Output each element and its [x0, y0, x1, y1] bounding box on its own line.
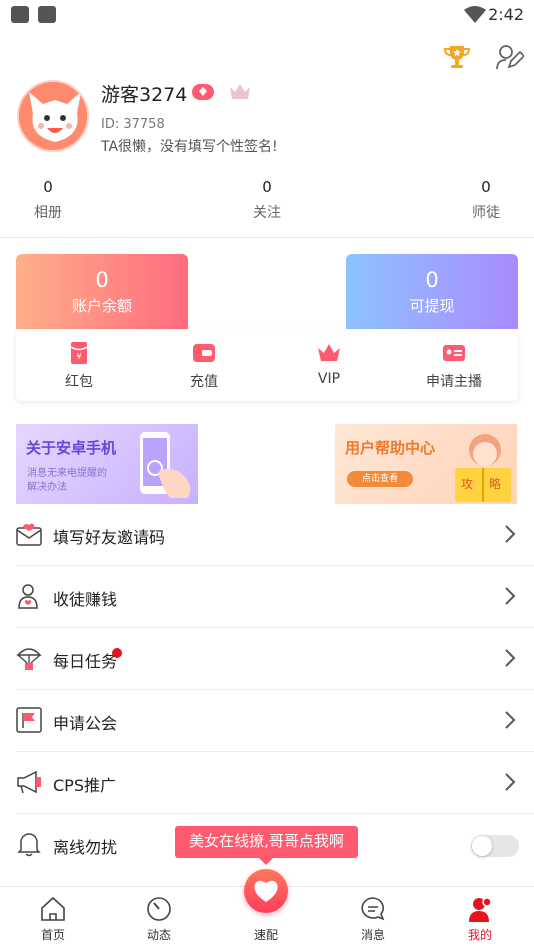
- tab-messages-label: 消息: [360, 928, 385, 942]
- notification-icon: [38, 6, 56, 23]
- apply-host-button[interactable]: 申请主播: [404, 341, 504, 391]
- android-banner-subtitle-2: 解决办法: [27, 482, 67, 493]
- help-banner-title: 用户帮助中心: [345, 439, 436, 457]
- withdraw-label: 可提现: [409, 297, 455, 315]
- compass-icon: [147, 897, 171, 921]
- home-icon: [41, 896, 65, 921]
- tab-feed-label: 动态: [146, 928, 171, 942]
- stat-album-label: 相册: [34, 205, 62, 221]
- balance-value: 0: [95, 268, 109, 292]
- divider: [0, 237, 534, 238]
- stat-apprentice-label: 师徒: [472, 205, 500, 221]
- menu-do-not-disturb-label: 离线勿扰: [53, 838, 118, 857]
- crown-icon: [318, 344, 340, 361]
- stat-following-value: 0: [262, 178, 272, 196]
- crown-badge-icon: [230, 84, 250, 99]
- stat-following-label: 关注: [253, 205, 281, 221]
- tab-feed[interactable]: 动态: [129, 895, 189, 943]
- recharge-label: 充值: [190, 374, 218, 390]
- menu-cps-promotion[interactable]: CPS推广: [16, 752, 534, 814]
- envelope-heart-icon: [16, 523, 42, 546]
- tab-home[interactable]: 首页: [23, 895, 83, 943]
- stat-following[interactable]: 0 关注: [222, 178, 312, 222]
- chat-icon: [361, 897, 385, 921]
- flag-icon: [16, 707, 42, 733]
- svg-text:¥: ¥: [76, 352, 81, 361]
- trophy-icon[interactable]: [442, 42, 472, 72]
- do-not-disturb-toggle[interactable]: [471, 835, 519, 857]
- android-banner-subtitle-1: 消息无来电提醒的: [27, 468, 107, 479]
- speed-match-button[interactable]: [244, 869, 288, 913]
- status-bar: 2:42: [0, 0, 534, 30]
- recharge-button[interactable]: 充值: [154, 341, 254, 391]
- menu-invite-code[interactable]: 填写好友邀请码: [16, 504, 534, 566]
- menu-cps-promotion-label: CPS推广: [53, 776, 116, 795]
- help-center-banner[interactable]: 用户帮助中心 点击查看 攻 略: [335, 424, 517, 504]
- menu-apply-guild[interactable]: 申请公会: [16, 690, 534, 752]
- menu-invite-code-label: 填写好友邀请码: [53, 528, 166, 547]
- wallet-icon: [193, 344, 215, 362]
- tab-speed-match-label: 速配: [253, 928, 278, 942]
- person-heart-icon: [18, 584, 38, 609]
- book-char-1: 攻: [461, 477, 474, 491]
- tab-mine[interactable]: 我的: [450, 895, 510, 943]
- stat-apprentice[interactable]: 0 师徒: [441, 178, 531, 222]
- chevron-right-icon: [505, 649, 516, 667]
- avatar[interactable]: [17, 80, 89, 152]
- red-envelope-icon: ¥: [70, 342, 88, 364]
- book-char-2: 略: [489, 477, 502, 491]
- reading-girl-icon: [455, 434, 511, 502]
- menu-daily-tasks-label: 每日任务: [53, 652, 118, 671]
- android-banner-title: 关于安卓手机: [26, 439, 117, 457]
- chevron-right-icon: [505, 711, 516, 729]
- status-time: 2:42: [488, 5, 524, 24]
- tab-home-label: 首页: [40, 928, 65, 942]
- balance-card[interactable]: 0 账户余额: [16, 254, 188, 330]
- tab-mine-label: 我的: [467, 928, 492, 942]
- wallet-actions: ¥ 红包 充值 VIP 申请主播: [16, 329, 518, 401]
- android-tips-banner[interactable]: 关于安卓手机 消息无来电提醒的 解决办法: [16, 424, 198, 504]
- user-id: ID: 37758: [101, 117, 165, 132]
- stat-album-value: 0: [43, 178, 53, 196]
- nickname: 游客3274: [101, 84, 188, 106]
- stat-apprentice-value: 0: [481, 178, 491, 196]
- apply-host-label: 申请主播: [426, 374, 482, 390]
- parachute-icon: [16, 648, 42, 670]
- vip-button[interactable]: VIP: [279, 341, 379, 387]
- bell-icon: [17, 833, 41, 857]
- tab-messages[interactable]: 消息: [343, 895, 403, 943]
- signature: TA很懒，没有填写个性签名!: [101, 139, 278, 155]
- menu-recruit-apprentice-label: 收徒赚钱: [53, 590, 118, 609]
- menu-recruit-apprentice[interactable]: 收徒赚钱: [16, 566, 534, 628]
- red-envelope-button[interactable]: ¥ 红包: [29, 341, 129, 391]
- tab-speed-match[interactable]: 速配: [236, 923, 296, 943]
- profile-icon: [469, 897, 492, 922]
- phone-icon: [140, 432, 191, 498]
- speed-match-tooltip[interactable]: 美女在线撩,哥哥点我啊: [175, 826, 358, 865]
- heart-icon: [254, 880, 278, 902]
- notification-dot: [112, 648, 122, 658]
- menu-daily-tasks[interactable]: 每日任务: [16, 628, 534, 690]
- toggle-knob: [472, 836, 492, 856]
- stat-album[interactable]: 0 相册: [3, 178, 93, 222]
- chevron-right-icon: [505, 587, 516, 605]
- vip-label: VIP: [317, 371, 341, 387]
- balance-label: 账户余额: [71, 297, 132, 315]
- menu-apply-guild-label: 申请公会: [53, 714, 118, 733]
- withdraw-card[interactable]: 0 可提现: [346, 254, 518, 330]
- megaphone-icon: [17, 770, 41, 794]
- level-badge-icon: [192, 84, 214, 100]
- chevron-right-icon: [505, 773, 516, 791]
- withdraw-value: 0: [425, 268, 439, 292]
- view-button[interactable]: 点击查看: [347, 471, 413, 487]
- shopping-bag-icon: [11, 6, 29, 23]
- wifi-icon: [464, 6, 486, 23]
- id-card-icon: [443, 345, 465, 361]
- chevron-right-icon: [505, 525, 516, 543]
- edit-profile-icon[interactable]: [494, 42, 524, 72]
- red-envelope-label: 红包: [65, 374, 93, 390]
